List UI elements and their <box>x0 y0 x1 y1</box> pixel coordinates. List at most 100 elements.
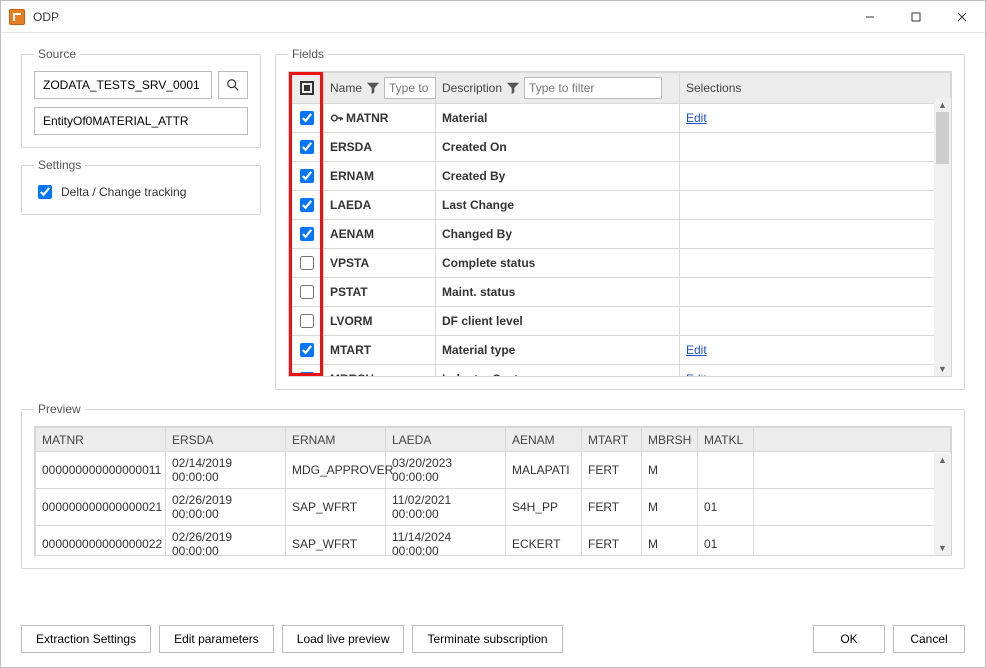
cancel-button[interactable]: Cancel <box>893 625 965 653</box>
scroll-thumb[interactable] <box>936 112 949 164</box>
field-checkbox[interactable] <box>300 140 314 154</box>
name-filter-input[interactable] <box>384 77 436 99</box>
preview-table: MATNRERSDAERNAMLAEDAAENAMMTARTMBRSHMATKL… <box>35 427 951 556</box>
terminate-subscription-button[interactable]: Terminate subscription <box>412 625 562 653</box>
field-name: VPSTA <box>330 256 369 270</box>
select-all-indeterminate-icon <box>300 81 314 95</box>
minimize-button[interactable] <box>847 1 893 33</box>
table-row: MTART Material type Edit <box>290 336 951 365</box>
edit-selection-link[interactable]: Edit <box>686 372 707 377</box>
key-icon <box>330 111 344 125</box>
field-checkbox[interactable] <box>300 343 314 357</box>
field-checkbox[interactable] <box>300 111 314 125</box>
fields-table-container: Name Description <box>288 71 952 377</box>
preview-cell: FERT <box>582 452 642 489</box>
close-button[interactable] <box>939 1 985 33</box>
preview-cell: 000000000000000022 <box>36 526 166 557</box>
filter-icon <box>366 81 380 95</box>
scroll-up-icon[interactable]: ▲ <box>934 98 951 112</box>
field-name: LVORM <box>330 314 372 328</box>
search-icon <box>226 78 240 92</box>
table-row: ERNAMCreated By <box>290 162 951 191</box>
field-checkbox[interactable] <box>300 372 314 377</box>
field-description: Maint. status <box>436 278 680 307</box>
preview-column-header[interactable]: MATNR <box>36 428 166 452</box>
preview-cell: 01 <box>698 489 754 526</box>
field-name: ERSDA <box>330 140 372 154</box>
field-name: MATNR <box>346 111 388 125</box>
field-checkbox[interactable] <box>300 256 314 270</box>
settings-legend: Settings <box>34 158 85 172</box>
field-name: MTART <box>330 343 371 357</box>
preview-legend: Preview <box>34 402 85 416</box>
edit-selection-link[interactable]: Edit <box>686 111 707 125</box>
preview-column-header[interactable]: LAEDA <box>386 428 506 452</box>
titlebar: ODP <box>1 1 985 33</box>
preview-column-header[interactable]: MTART <box>582 428 642 452</box>
field-description: Changed By <box>436 220 680 249</box>
preview-column-header[interactable]: AENAM <box>506 428 582 452</box>
fields-table: Name Description <box>289 72 951 377</box>
field-description: Complete status <box>436 249 680 278</box>
delta-tracking-checkbox[interactable]: Delta / Change tracking <box>34 182 186 202</box>
selections-header: Selections <box>680 73 951 104</box>
field-checkbox[interactable] <box>300 314 314 328</box>
scroll-down-icon[interactable]: ▼ <box>934 362 951 376</box>
preview-cell: 11/14/2024 00:00:00 <box>386 526 506 557</box>
preview-cell: M <box>642 452 698 489</box>
preview-column-header[interactable]: ERNAM <box>286 428 386 452</box>
odp-window: ODP Source <box>0 0 986 668</box>
table-row: 00000000000000002102/26/2019 00:00:00SAP… <box>36 489 951 526</box>
field-checkbox[interactable] <box>300 198 314 212</box>
field-name: PSTAT <box>330 285 368 299</box>
field-checkbox[interactable] <box>300 169 314 183</box>
fields-scrollbar[interactable]: ▲ ▼ <box>934 98 951 376</box>
scroll-down-icon[interactable]: ▼ <box>934 541 951 555</box>
preview-cell: 11/02/2021 00:00:00 <box>386 489 506 526</box>
preview-column-header[interactable]: MATKL <box>698 428 754 452</box>
window-title: ODP <box>33 10 847 24</box>
entity-input[interactable] <box>34 107 248 135</box>
preview-cell: 02/26/2019 00:00:00 <box>166 526 286 557</box>
preview-cell: MDG_APPROVER <box>286 452 386 489</box>
preview-cell: ECKERT <box>506 526 582 557</box>
preview-cell: SAP_WFRT <box>286 526 386 557</box>
preview-column-header[interactable]: MBRSH <box>642 428 698 452</box>
fields-legend: Fields <box>288 47 328 61</box>
load-preview-button[interactable]: Load live preview <box>282 625 405 653</box>
table-row: LVORM DF client level <box>290 307 951 336</box>
field-name: ERNAM <box>330 169 374 183</box>
ok-button[interactable]: OK <box>813 625 885 653</box>
table-row: PSTAT Maint. status <box>290 278 951 307</box>
edit-parameters-button[interactable]: Edit parameters <box>159 625 274 653</box>
edit-selection-link[interactable]: Edit <box>686 343 707 357</box>
preview-column-header[interactable]: ERSDA <box>166 428 286 452</box>
preview-cell: 02/26/2019 00:00:00 <box>166 489 286 526</box>
preview-cell: FERT <box>582 489 642 526</box>
table-row: 00000000000000001102/14/2019 00:00:00MDG… <box>36 452 951 489</box>
field-description: Material type <box>436 336 680 365</box>
table-row: ERSDACreated On <box>290 133 951 162</box>
scroll-up-icon[interactable]: ▲ <box>934 453 951 467</box>
table-row: VPSTA Complete status <box>290 249 951 278</box>
preview-group: Preview MATNRERSDAERNAMLAEDAAENAMMTARTMB… <box>21 402 965 569</box>
name-header: Name <box>330 81 362 95</box>
extraction-settings-button[interactable]: Extraction Settings <box>21 625 151 653</box>
preview-scrollbar[interactable]: ▲ ▼ <box>934 453 951 555</box>
description-header: Description <box>442 81 502 95</box>
table-row: LAEDALast Change <box>290 191 951 220</box>
field-checkbox[interactable] <box>300 285 314 299</box>
description-filter-input[interactable] <box>524 77 662 99</box>
preview-cell: 000000000000000011 <box>36 452 166 489</box>
maximize-button[interactable] <box>893 1 939 33</box>
field-description: Material <box>436 104 680 133</box>
field-checkbox[interactable] <box>300 227 314 241</box>
select-all-header[interactable] <box>290 73 324 104</box>
search-service-button[interactable] <box>218 71 248 99</box>
field-description: Industry Sector <box>436 365 680 378</box>
preview-cell: 000000000000000021 <box>36 489 166 526</box>
service-input[interactable] <box>34 71 212 99</box>
preview-cell: MALAPATI <box>506 452 582 489</box>
field-description: DF client level <box>436 307 680 336</box>
field-name: LAEDA <box>330 198 371 212</box>
